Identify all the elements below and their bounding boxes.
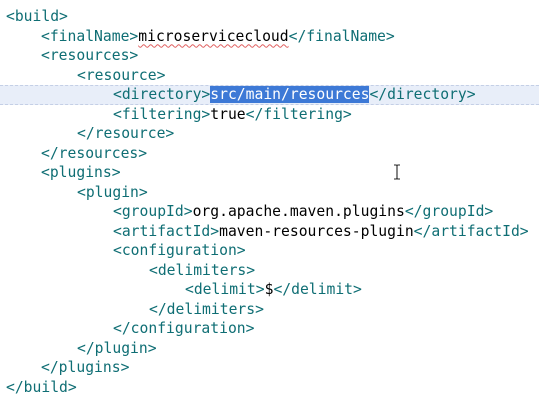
code-editor[interactable]: <build> <finalName>microservicecloud</fi…	[0, 0, 539, 403]
xml-tag: </resource>	[77, 125, 175, 142]
xml-tag: <resource>	[77, 66, 166, 84]
code-line-current[interactable]: <directory>src/main/resources</directory…	[0, 85, 539, 105]
code-line[interactable]: <filtering>true</filtering>	[113, 105, 539, 125]
xml-tag: <groupId>	[113, 203, 193, 220]
xml-tag: <directory>	[113, 86, 211, 103]
code-line[interactable]: <groupId>org.apache.maven.plugins</group…	[113, 202, 539, 222]
xml-tag: <plugin>	[77, 183, 148, 201]
xml-tag: </delimiters>	[149, 300, 264, 318]
selected-text[interactable]: src/main/resources	[210, 86, 370, 103]
code-line[interactable]: <resource>	[77, 66, 539, 86]
xml-tag: </artifactId>	[413, 222, 529, 240]
xml-tag: <artifactId>	[113, 222, 220, 240]
code-line[interactable]: </configuration>	[113, 319, 539, 339]
xml-tag: <finalName>	[41, 27, 139, 45]
code-line[interactable]: <delimiters>	[149, 261, 539, 281]
xml-tag: </build>	[6, 378, 77, 396]
xml-value: org.apache.maven.plugins	[192, 203, 405, 220]
code-line[interactable]: <resources>	[41, 46, 539, 66]
code-line[interactable]: </delimiters>	[149, 300, 539, 320]
xml-value: microservicecloud	[138, 27, 289, 45]
text-cursor-icon	[394, 164, 400, 180]
xml-tag: </delimit>	[273, 281, 362, 298]
code-line[interactable]: </resources>	[41, 144, 539, 164]
xml-tag: </plugin>	[77, 339, 157, 357]
xml-tag: <build>	[6, 8, 68, 25]
xml-tag: <delimit>	[185, 281, 265, 298]
code-line[interactable]: <delimit>$</delimit>	[185, 280, 539, 300]
xml-tag: <resources>	[41, 47, 139, 64]
xml-tag: <configuration>	[113, 242, 246, 259]
xml-tag: </finalName>	[288, 27, 395, 45]
xml-tag: </resources>	[41, 144, 148, 162]
xml-value: true	[210, 105, 246, 123]
code-line[interactable]: </plugin>	[77, 339, 539, 359]
xml-tag: <filtering>	[113, 105, 211, 123]
code-line[interactable]: </resource>	[77, 124, 539, 144]
xml-tag: </configuration>	[113, 320, 255, 337]
code-line[interactable]: </plugins>	[41, 358, 539, 378]
code-line[interactable]: </build>	[6, 378, 539, 398]
code-line[interactable]: <plugin>	[77, 183, 539, 203]
code-line[interactable]: <build>	[6, 7, 539, 27]
xml-tag: <delimiters>	[149, 261, 256, 279]
xml-tag: <plugins>	[41, 164, 121, 181]
code-line[interactable]: <artifactId>maven-resources-plugin</arti…	[113, 222, 539, 242]
code-line[interactable]: <finalName>microservicecloud</finalName>	[41, 27, 539, 47]
xml-tag: </directory>	[369, 86, 476, 103]
xml-tag: </groupId>	[404, 203, 494, 220]
xml-tag: </filtering>	[245, 105, 352, 123]
code-line[interactable]: <plugins>	[41, 163, 539, 183]
xml-value: maven-resources-plugin	[219, 222, 414, 240]
xml-tag: </plugins>	[41, 359, 130, 376]
code-line[interactable]: <configuration>	[113, 241, 539, 261]
